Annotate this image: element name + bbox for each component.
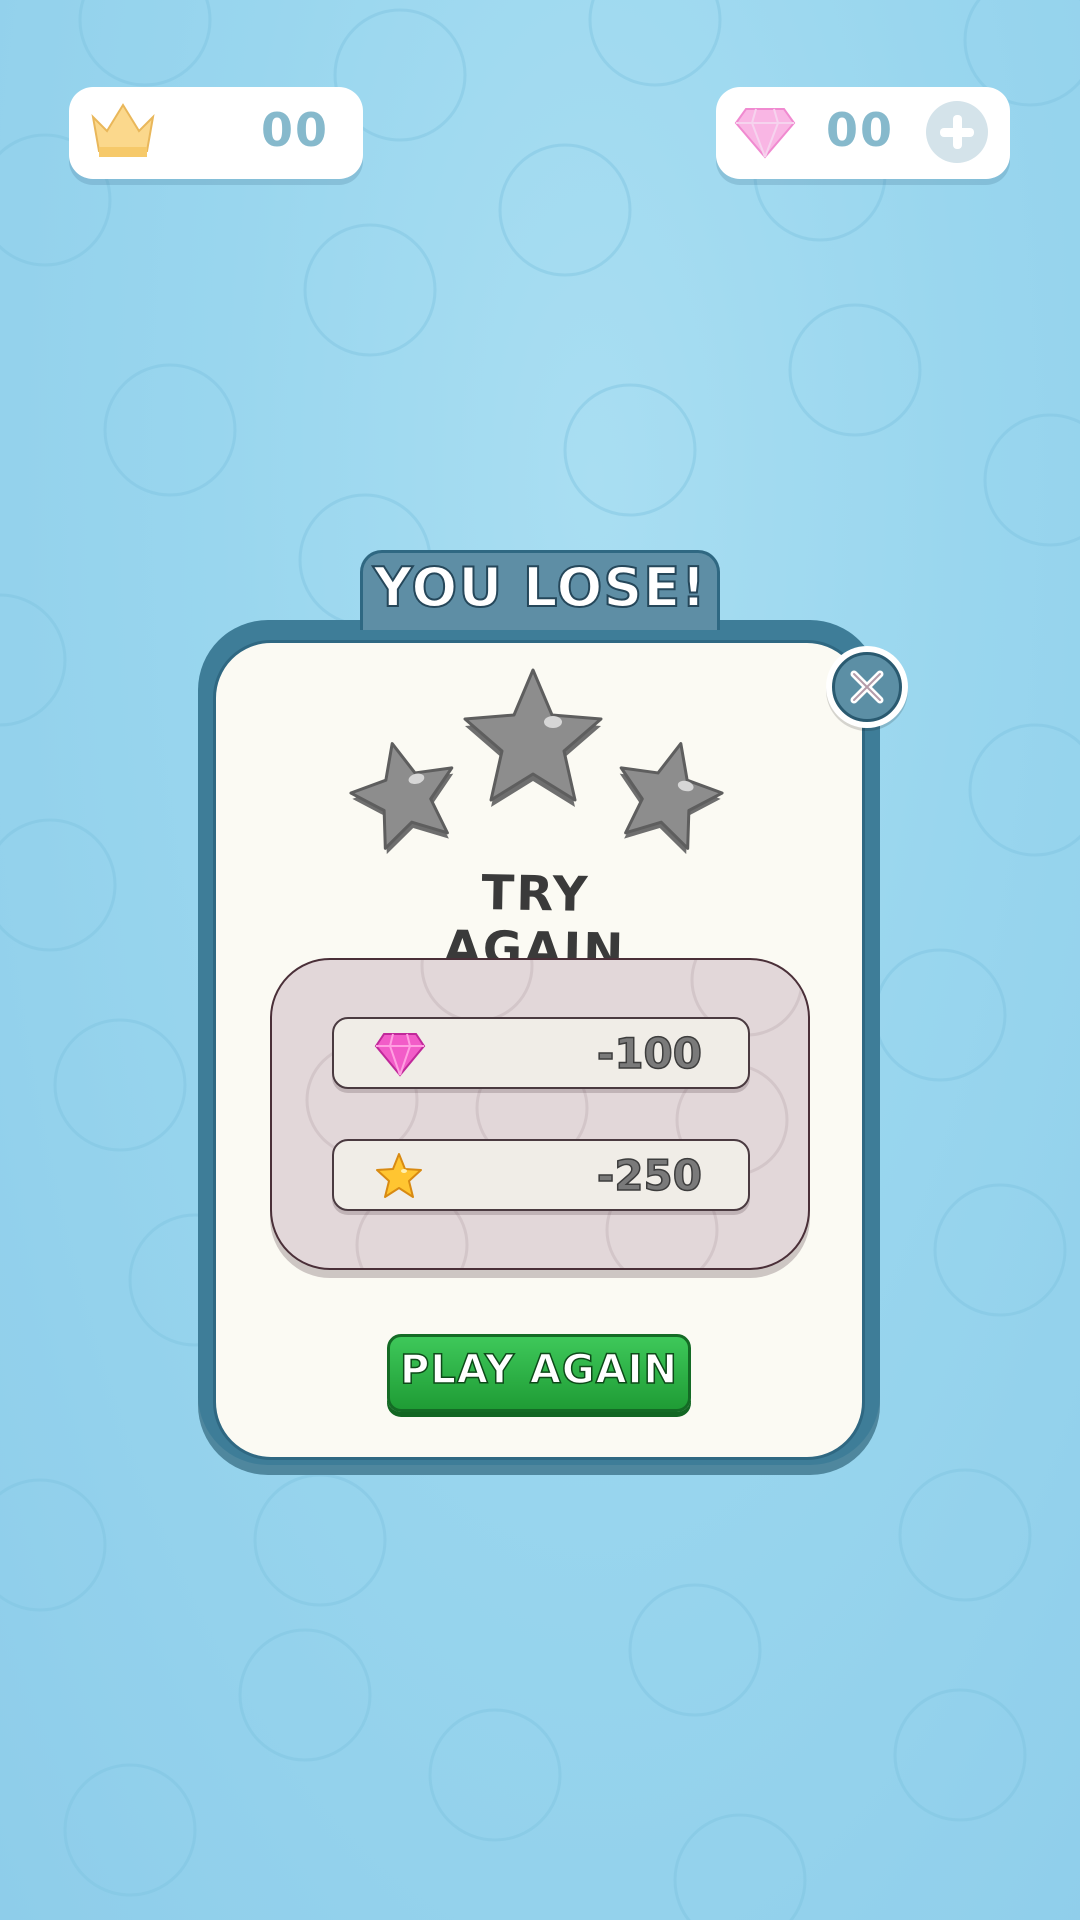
gem-icon (734, 108, 796, 159)
gem-penalty-row: -100 (332, 1017, 750, 1089)
crown-counter: 00 (69, 87, 363, 179)
rating-star-right (619, 742, 724, 855)
gem-penalty-value: -100 (596, 1028, 703, 1079)
play-again-button[interactable]: PLAY AGAIN (387, 1334, 691, 1412)
star-penalty-value: -250 (596, 1150, 703, 1201)
add-gems-button[interactable] (926, 101, 988, 163)
gem-count: 00 (826, 103, 895, 157)
star-penalty-row: -250 (332, 1139, 750, 1211)
panel-pattern (305, 960, 804, 1268)
star-icon (376, 1153, 422, 1198)
crown-count: 00 (260, 103, 329, 157)
close-icon (850, 670, 884, 704)
close-button[interactable] (826, 646, 908, 728)
crown-icon (91, 103, 155, 157)
gem-icon (374, 1033, 426, 1077)
rating-star-left (349, 742, 454, 855)
dialog-title: YOU LOSE! (372, 555, 707, 620)
gem-counter: 00 (716, 87, 1010, 179)
penalty-panel: -100 -250 (270, 958, 810, 1270)
rating-star-middle (463, 668, 603, 807)
play-again-label: PLAY AGAIN (399, 1346, 678, 1394)
